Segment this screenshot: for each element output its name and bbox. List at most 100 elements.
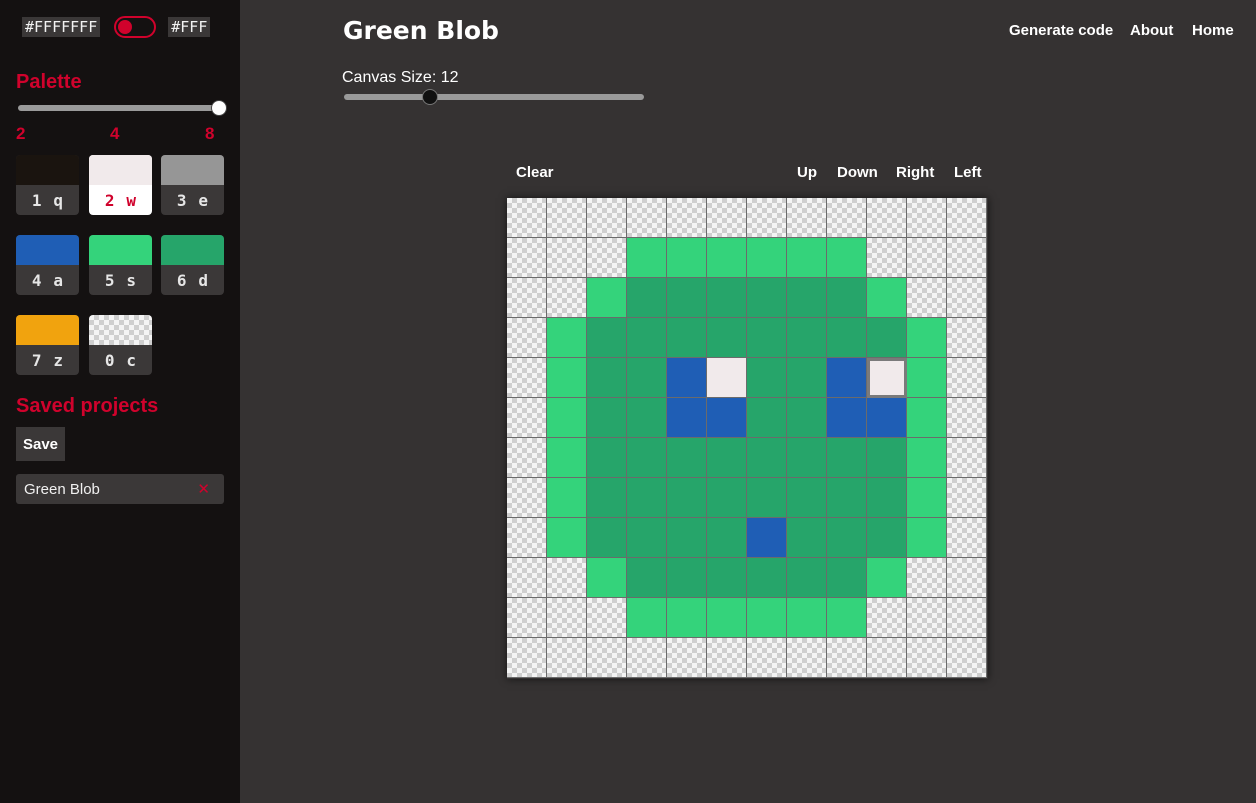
canvas-pixel[interactable] [947, 398, 987, 438]
canvas-pixel[interactable] [827, 358, 867, 398]
canvas-pixel[interactable] [787, 558, 827, 598]
canvas-pixel[interactable] [667, 598, 707, 638]
canvas-pixel[interactable] [627, 358, 667, 398]
canvas-pixel[interactable] [547, 438, 587, 478]
canvas-pixel[interactable] [947, 598, 987, 638]
canvas-pixel[interactable] [827, 558, 867, 598]
canvas-pixel[interactable] [587, 558, 627, 598]
palette-swatch-3[interactable]: 3e [161, 155, 224, 215]
canvas-pixel[interactable] [747, 198, 787, 238]
delete-project-icon[interactable]: ✕ [197, 480, 210, 498]
canvas-pixel[interactable] [867, 438, 907, 478]
canvas-pixel[interactable] [827, 478, 867, 518]
canvas-pixel[interactable] [787, 478, 827, 518]
canvas-pixel[interactable] [707, 358, 747, 398]
canvas-pixel[interactable] [747, 438, 787, 478]
shift-down-button[interactable]: Down [837, 164, 878, 181]
canvas-pixel[interactable] [827, 598, 867, 638]
canvas-pixel[interactable] [787, 278, 827, 318]
canvas-pixel[interactable] [827, 198, 867, 238]
canvas-pixel[interactable] [547, 238, 587, 278]
shift-left-button[interactable]: Left [954, 164, 982, 181]
canvas-pixel[interactable] [787, 318, 827, 358]
canvas-pixel[interactable] [947, 198, 987, 238]
canvas-pixel[interactable] [867, 638, 907, 678]
canvas-pixel[interactable] [787, 238, 827, 278]
canvas-pixel[interactable] [787, 518, 827, 558]
canvas-pixel[interactable] [907, 518, 947, 558]
canvas-pixel[interactable] [947, 438, 987, 478]
canvas-pixel[interactable] [947, 518, 987, 558]
canvas-pixel[interactable] [867, 398, 907, 438]
canvas-pixel[interactable] [547, 318, 587, 358]
canvas-pixel[interactable] [547, 358, 587, 398]
canvas-pixel[interactable] [507, 358, 547, 398]
canvas-pixel[interactable] [667, 278, 707, 318]
canvas-pixel[interactable] [827, 238, 867, 278]
canvas-pixel[interactable] [747, 478, 787, 518]
canvas-pixel[interactable] [507, 558, 547, 598]
canvas-pixel[interactable] [707, 558, 747, 598]
canvas-pixel[interactable] [907, 478, 947, 518]
canvas-pixel[interactable] [547, 398, 587, 438]
palette-swatch-2[interactable]: 2w [89, 155, 152, 215]
canvas-pixel[interactable] [867, 198, 907, 238]
canvas-pixel[interactable] [707, 238, 747, 278]
canvas-pixel[interactable] [507, 478, 547, 518]
canvas-pixel[interactable] [507, 318, 547, 358]
canvas-pixel[interactable] [627, 478, 667, 518]
canvas-pixel[interactable] [587, 278, 627, 318]
canvas-pixel[interactable] [667, 478, 707, 518]
save-button[interactable]: Save [16, 427, 65, 461]
canvas-pixel[interactable] [907, 438, 947, 478]
canvas-pixel[interactable] [507, 238, 547, 278]
canvas-pixel[interactable] [507, 438, 547, 478]
canvas-pixel[interactable] [627, 198, 667, 238]
canvas-pixel[interactable] [707, 278, 747, 318]
canvas-pixel[interactable] [907, 558, 947, 598]
canvas-pixel[interactable] [707, 398, 747, 438]
canvas-pixel[interactable] [947, 238, 987, 278]
canvas-pixel[interactable] [867, 518, 907, 558]
canvas-pixel[interactable] [507, 198, 547, 238]
canvas-pixel[interactable] [787, 438, 827, 478]
canvas-pixel[interactable] [747, 358, 787, 398]
canvas-pixel[interactable] [667, 558, 707, 598]
canvas-pixel[interactable] [627, 238, 667, 278]
canvas-pixel[interactable] [667, 318, 707, 358]
canvas-pixel[interactable] [587, 438, 627, 478]
palette-swatch-7[interactable]: 7z [16, 315, 79, 375]
canvas-pixel[interactable] [867, 318, 907, 358]
canvas-pixel[interactable] [707, 438, 747, 478]
canvas-pixel[interactable] [547, 198, 587, 238]
palette-swatch-1[interactable]: 1q [16, 155, 79, 215]
palette-swatch-0[interactable]: 0c [89, 315, 152, 375]
canvas-pixel[interactable] [587, 398, 627, 438]
canvas-pixel[interactable] [747, 558, 787, 598]
canvas-pixel[interactable] [867, 358, 907, 398]
canvas-pixel[interactable] [947, 478, 987, 518]
canvas-pixel[interactable] [547, 598, 587, 638]
canvas-pixel[interactable] [867, 558, 907, 598]
canvas-pixel[interactable] [587, 198, 627, 238]
canvas-pixel[interactable] [507, 638, 547, 678]
canvas-pixel[interactable] [907, 238, 947, 278]
canvas-pixel[interactable] [667, 438, 707, 478]
canvas-pixel[interactable] [787, 398, 827, 438]
canvas-pixel[interactable] [547, 518, 587, 558]
canvas-pixel[interactable] [707, 598, 747, 638]
nav-about[interactable]: About [1130, 22, 1173, 39]
canvas-pixel[interactable] [587, 318, 627, 358]
canvas-pixel[interactable] [867, 278, 907, 318]
canvas-pixel[interactable] [507, 278, 547, 318]
canvas-pixel[interactable] [787, 358, 827, 398]
canvas-pixel[interactable] [667, 638, 707, 678]
canvas-pixel[interactable] [907, 598, 947, 638]
pixel-canvas[interactable] [507, 198, 988, 679]
canvas-pixel[interactable] [747, 518, 787, 558]
canvas-pixel[interactable] [587, 238, 627, 278]
canvas-pixel[interactable] [747, 238, 787, 278]
canvas-pixel[interactable] [547, 278, 587, 318]
canvas-pixel[interactable] [667, 358, 707, 398]
canvas-pixel[interactable] [747, 638, 787, 678]
